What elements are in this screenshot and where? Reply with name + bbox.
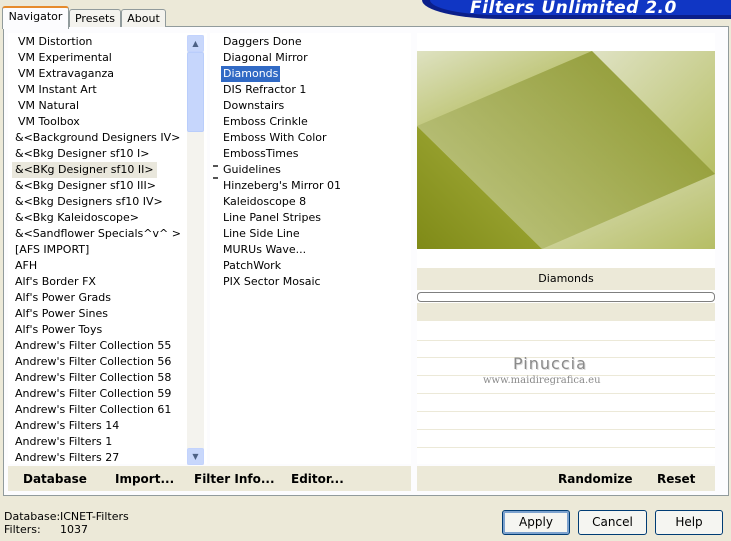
category-item[interactable]: &<Bkg Kaleidoscope> [12, 210, 142, 226]
category-item[interactable]: &<Sandflower Specials^v^ > [12, 226, 184, 242]
app-title: Filters Unlimited 2.0 [470, 0, 677, 18]
randomize-button[interactable]: Randomize [558, 470, 632, 488]
category-item[interactable]: &<Bkg Designer sf10 III> [12, 178, 159, 194]
watermark-site: www.maidiregrafica.eu [483, 375, 601, 386]
category-item[interactable]: &<Bkg Designer sf10 I> [12, 146, 153, 162]
filter-item[interactable]: Daggers Done [221, 34, 304, 50]
preview-image [417, 51, 715, 249]
filter-item[interactable]: Guidelines [221, 162, 283, 178]
filter-item[interactable]: MURUs Wave... [221, 242, 308, 258]
category-item[interactable]: AFH [12, 258, 40, 274]
category-item[interactable]: VM Natural [15, 98, 82, 114]
reset-button[interactable]: Reset [657, 470, 695, 488]
category-item[interactable]: Andrew's Filter Collection 56 [12, 354, 174, 370]
category-item[interactable]: VM Experimental [15, 50, 115, 66]
filter-info-button[interactable]: Filter Info... [194, 470, 275, 488]
import-button[interactable]: Import... [115, 470, 174, 488]
filter-item[interactable]: Kaleidoscope 8 [221, 194, 308, 210]
category-item[interactable]: &<Bkg Designers sf10 IV> [12, 194, 166, 210]
category-item[interactable]: Andrew's Filters 27 [12, 450, 122, 464]
database-status-value: ICNET-Filters [60, 510, 129, 523]
tab-about[interactable]: About [121, 9, 166, 27]
category-item[interactable]: &<Background Designers IV> [12, 130, 183, 146]
scroll-up-icon[interactable]: ▲ [187, 35, 204, 52]
filter-item[interactable]: Line Panel Stripes [221, 210, 323, 226]
category-item[interactable]: VM Distortion [15, 34, 95, 50]
filter-item[interactable]: Diagonal Mirror [221, 50, 310, 66]
filter-item[interactable]: Diamonds [221, 66, 281, 82]
control-row-divider [417, 340, 715, 341]
scroll-thumb[interactable] [187, 52, 204, 132]
category-item[interactable]: Alf's Power Grads [12, 290, 114, 306]
preview-slider[interactable] [417, 292, 715, 302]
filters-count-label: Filters: [4, 523, 41, 536]
filter-item[interactable]: DIS Refractor 1 [221, 82, 308, 98]
filters-count-value: 1037 [60, 523, 88, 536]
filter-item[interactable]: EmbossTimes [221, 146, 301, 162]
tab-navigator[interactable]: Navigator [2, 6, 69, 29]
filter-list[interactable]: Daggers Done Diagonal Mirror Diamonds DIS R… [210, 33, 411, 464]
category-item[interactable]: Andrew's Filters 1 [12, 434, 115, 450]
control-row-divider [417, 429, 715, 430]
database-button[interactable]: Database [23, 470, 87, 488]
filter-item[interactable]: Emboss Crinkle [221, 114, 310, 130]
control-row-divider [417, 393, 715, 394]
category-item[interactable]: Alf's Power Toys [12, 322, 105, 338]
category-item[interactable]: VM Toolbox [15, 114, 83, 130]
filter-item[interactable]: Downstairs [221, 98, 286, 114]
category-item[interactable]: Alf's Power Sines [12, 306, 111, 322]
category-item[interactable]: Andrew's Filter Collection 58 [12, 370, 174, 386]
tab-presets[interactable]: Presets [69, 9, 121, 27]
category-list[interactable]: VM Distortion VM Experimental VM Extravaga… [8, 33, 207, 464]
splitter-grip-icon[interactable] [213, 165, 218, 179]
scroll-down-icon[interactable]: ▼ [187, 448, 204, 465]
category-item[interactable]: VM Instant Art [15, 82, 100, 98]
watermark-name: Pinuccia [513, 354, 587, 373]
filter-item[interactable]: PatchWork [221, 258, 283, 274]
category-item[interactable]: Andrew's Filter Collection 59 [12, 386, 174, 402]
control-row-divider [417, 411, 715, 412]
apply-button[interactable]: Apply [502, 510, 570, 535]
filter-item[interactable]: Hinzeberg's Mirror 01 [221, 178, 343, 194]
category-scrollbar[interactable]: ▲ ▼ [187, 35, 204, 465]
editor-button[interactable]: Editor... [291, 470, 344, 488]
category-item[interactable]: [AFS IMPORT] [12, 242, 92, 258]
database-status-label: Database: [4, 510, 61, 523]
category-item[interactable]: Andrew's Filter Collection 55 [12, 338, 174, 354]
preview-filter-label: Diamonds [417, 268, 715, 290]
diamonds-preview-graphic [417, 51, 715, 249]
control-row-divider [417, 447, 715, 448]
category-item[interactable]: Andrew's Filter Collection 61 [12, 402, 174, 418]
filter-item[interactable]: PIX Sector Mosaic [221, 274, 323, 290]
controls-band [417, 303, 715, 321]
cancel-button[interactable]: Cancel [578, 510, 647, 535]
filter-item[interactable]: Emboss With Color [221, 130, 329, 146]
category-item[interactable]: Andrew's Filters 14 [12, 418, 122, 434]
category-item[interactable]: VM Extravaganza [15, 66, 117, 82]
category-item[interactable]: Alf's Border FX [12, 274, 99, 290]
filter-item[interactable]: Line Side Line [221, 226, 302, 242]
category-item[interactable]: &<BKg Designer sf10 II> [12, 162, 157, 178]
help-button[interactable]: Help [655, 510, 723, 535]
